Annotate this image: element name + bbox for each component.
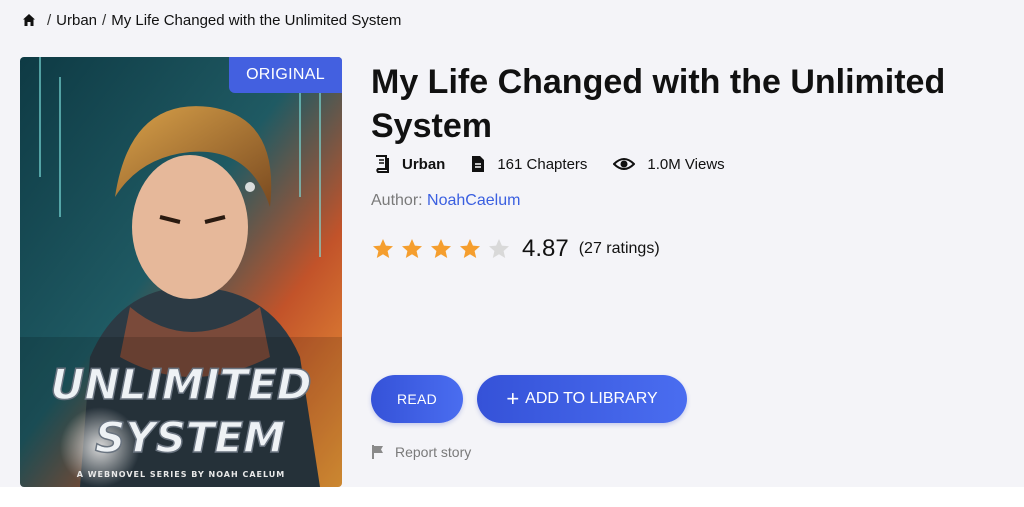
author-label: Author: [371,192,428,209]
book-meta: Urban 161 Chapters 1.0M Views [374,152,751,176]
star-filled-icon[interactable] [400,237,424,261]
cover-art-title: UNLIMITED [50,360,311,409]
home-icon[interactable] [22,13,36,27]
star-filled-icon[interactable] [371,237,395,261]
author-line: Author: NoahCaelum [371,192,520,210]
report-story-link[interactable]: Report story [371,442,471,462]
eye-icon [613,158,636,170]
breadcrumb: / Urban / My Life Changed with the Unlim… [22,10,401,30]
star-empty-icon[interactable] [487,237,511,261]
cover-illustration: UNLIMITED SYSTEM A WEBNOVEL SERIES BY NO… [20,57,342,487]
book-cover[interactable]: UNLIMITED SYSTEM A WEBNOVEL SERIES BY NO… [20,57,342,487]
read-button[interactable]: READ [371,375,463,423]
add-to-library-button[interactable]: + ADD TO LIBRARY [477,375,687,423]
rating-score: 4.87 [522,235,569,262]
chapters-item: 161 Chapters [471,155,587,173]
flag-icon [372,445,383,459]
original-badge: ORIGINAL [229,57,342,93]
rating-stars[interactable] [371,237,516,261]
rating-count: (27 ratings) [578,240,660,257]
star-filled-icon[interactable] [429,237,453,261]
document-icon [472,156,485,172]
rating: 4.87 (27 ratings) [371,234,660,264]
breadcrumb-current: My Life Changed with the Unlimited Syste… [111,11,402,29]
genre-label: Urban [402,155,446,173]
star-filled-icon[interactable] [458,237,482,261]
breadcrumb-separator: / [102,11,107,29]
book-icon [376,155,389,173]
plus-icon: + [506,386,520,411]
breadcrumb-category-link[interactable]: Urban [56,12,97,29]
views-count: 1.0M Views [647,155,725,173]
breadcrumb-separator: / [47,11,52,29]
chapters-count: 161 Chapters [497,155,588,173]
author-link[interactable]: NoahCaelum [427,192,520,209]
add-to-library-label: ADD TO LIBRARY [525,390,658,407]
book-title: My Life Changed with the Unlimited Syste… [371,63,946,145]
cover-art-subtitle-word: SYSTEM [95,413,285,462]
report-story-label: Report story [395,444,472,460]
views-item: 1.0M Views [613,155,725,173]
cover-art-byline: A WEBNOVEL SERIES BY NOAH CAELUM [77,470,286,479]
genre-item[interactable]: Urban [374,155,445,173]
